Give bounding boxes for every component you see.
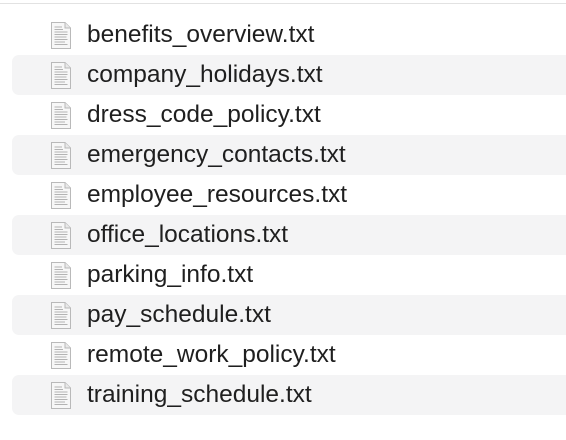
file-row[interactable]: office_locations.txt xyxy=(12,215,566,255)
file-name: pay_schedule.txt xyxy=(87,301,271,328)
file-name: dress_code_policy.txt xyxy=(87,101,321,128)
file-name: employee_resources.txt xyxy=(87,181,348,208)
file-name: remote_work_policy.txt xyxy=(87,341,336,368)
text-document-icon xyxy=(51,181,71,209)
file-row[interactable]: company_holidays.txt xyxy=(12,55,566,95)
file-row[interactable]: benefits_overview.txt xyxy=(12,15,566,55)
text-document-icon xyxy=(51,61,71,89)
text-document-icon xyxy=(51,381,71,409)
top-divider xyxy=(0,3,566,4)
file-list: benefits_overview.txt company_holidays.t… xyxy=(12,15,566,415)
file-row[interactable]: employee_resources.txt xyxy=(12,175,566,215)
text-document-icon xyxy=(51,261,71,289)
text-document-icon xyxy=(51,141,71,169)
file-name: office_locations.txt xyxy=(87,221,289,248)
file-row[interactable]: remote_work_policy.txt xyxy=(12,335,566,375)
text-document-icon xyxy=(51,21,71,49)
text-document-icon xyxy=(51,221,71,249)
file-row[interactable]: emergency_contacts.txt xyxy=(12,135,566,175)
file-name: training_schedule.txt xyxy=(87,381,312,408)
file-row[interactable]: dress_code_policy.txt xyxy=(12,95,566,135)
text-document-icon xyxy=(51,301,71,329)
text-document-icon xyxy=(51,101,71,129)
file-name: emergency_contacts.txt xyxy=(87,141,346,168)
file-name: benefits_overview.txt xyxy=(87,21,315,48)
file-row[interactable]: pay_schedule.txt xyxy=(12,295,566,335)
file-row[interactable]: training_schedule.txt xyxy=(12,375,566,415)
text-document-icon xyxy=(51,341,71,369)
file-row[interactable]: parking_info.txt xyxy=(12,255,566,295)
file-name: parking_info.txt xyxy=(87,261,254,288)
file-name: company_holidays.txt xyxy=(87,61,323,88)
